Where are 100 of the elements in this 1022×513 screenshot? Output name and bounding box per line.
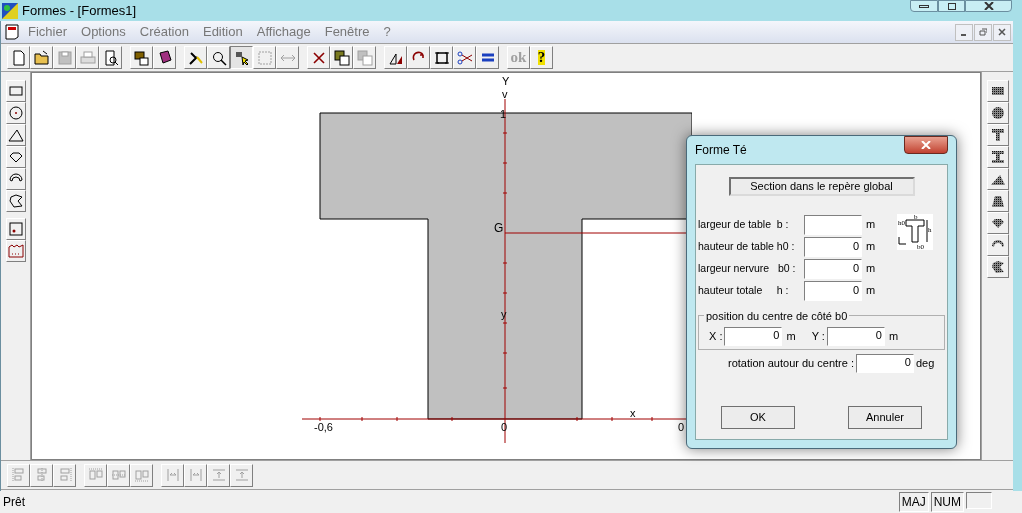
section-tool-button[interactable] bbox=[986, 80, 1009, 102]
section-tool-button[interactable] bbox=[986, 168, 1009, 190]
axis-tick-label: 1 bbox=[500, 109, 507, 120]
window-title: Formes - [Formes1] bbox=[22, 1, 137, 20]
menu-item[interactable]: Edition bbox=[195, 22, 250, 42]
shape-tool-button[interactable] bbox=[5, 190, 26, 212]
pointer-icon bbox=[233, 49, 250, 66]
space-vertical-icon bbox=[233, 467, 250, 483]
triangle-icon bbox=[7, 127, 24, 143]
space-vertical-icon bbox=[210, 467, 227, 483]
close-button[interactable] bbox=[993, 23, 1011, 41]
axis-label: v bbox=[502, 89, 508, 100]
toolbar-button[interactable]: ? bbox=[530, 46, 553, 69]
maximize-button[interactable] bbox=[938, 0, 965, 12]
unit-label: m bbox=[866, 217, 876, 233]
point-icon bbox=[7, 221, 24, 237]
align-middle-icon bbox=[110, 467, 127, 483]
export-icon bbox=[133, 49, 150, 66]
input-field[interactable]: 0 bbox=[804, 236, 862, 257]
field-label: hauteur totale h : bbox=[698, 282, 790, 298]
field-label: X : bbox=[709, 329, 723, 345]
polygon-icon bbox=[989, 259, 1006, 275]
section-tool-button[interactable] bbox=[986, 212, 1009, 234]
app-icon bbox=[2, 2, 18, 19]
menu-item[interactable]: Options bbox=[74, 22, 133, 42]
cancel-button[interactable]: Annuler bbox=[848, 406, 922, 429]
status-message: Prêt bbox=[3, 494, 25, 511]
minimize-button[interactable] bbox=[910, 0, 938, 12]
menu-item[interactable]: Fichier bbox=[21, 22, 74, 42]
trapezoid-icon bbox=[989, 193, 1006, 209]
restore-icon bbox=[979, 28, 987, 36]
space-horizontal-icon bbox=[187, 467, 204, 483]
align-top-icon bbox=[87, 467, 104, 483]
minimize-button[interactable] bbox=[955, 23, 973, 41]
multi-point-icon bbox=[7, 243, 24, 259]
section-tool-button[interactable] bbox=[986, 124, 1009, 146]
frame-icon bbox=[433, 49, 450, 66]
rectangle-icon bbox=[7, 83, 24, 99]
folder-icon bbox=[33, 49, 50, 66]
input-field[interactable] bbox=[804, 214, 862, 235]
align-left-icon bbox=[10, 467, 27, 483]
shape-tool-button[interactable] bbox=[5, 168, 26, 190]
print-preview-icon bbox=[102, 49, 119, 66]
selection-icon bbox=[256, 49, 273, 66]
field-label: rotation autour du centre : bbox=[728, 356, 854, 372]
section-header: Section dans le repère global bbox=[728, 177, 915, 196]
section-tool-button[interactable] bbox=[986, 102, 1009, 124]
circle-icon bbox=[7, 105, 24, 121]
field-label: largeur de table b : bbox=[698, 216, 790, 232]
document-icon bbox=[5, 24, 21, 40]
unit-label: m bbox=[786, 329, 796, 345]
ok-button[interactable]: OK bbox=[721, 406, 795, 429]
menu-item[interactable]: Création bbox=[132, 22, 196, 42]
input-field[interactable]: 0 bbox=[804, 258, 862, 279]
menu-item[interactable]: Affichage bbox=[249, 22, 318, 42]
new-document-icon bbox=[10, 49, 27, 66]
polygon-icon bbox=[7, 193, 24, 209]
axis-label: x bbox=[630, 408, 636, 419]
menu-item[interactable]: Fenêtre bbox=[317, 22, 377, 42]
input-field[interactable]: 0 bbox=[804, 280, 862, 301]
section-tool-button[interactable] bbox=[986, 256, 1009, 278]
magnifier-icon bbox=[210, 49, 227, 66]
scissors-icon bbox=[456, 49, 473, 66]
axis-label: Y bbox=[502, 76, 510, 87]
close-icon bbox=[983, 2, 994, 10]
axis-tick-label: 0 bbox=[678, 422, 685, 433]
i-beam-icon bbox=[989, 149, 1006, 165]
section-tool-button[interactable] bbox=[986, 190, 1009, 212]
close-button[interactable] bbox=[965, 0, 1012, 12]
printer-icon bbox=[79, 49, 96, 66]
overlap-icon bbox=[356, 49, 373, 66]
unit-label: deg bbox=[915, 356, 935, 372]
dialog-title: Forme Té bbox=[695, 142, 747, 159]
unit-label: m bbox=[866, 239, 876, 255]
book-icon bbox=[156, 49, 173, 66]
input-field[interactable]: 0 bbox=[724, 327, 783, 346]
toolbar-button[interactable] bbox=[230, 46, 253, 69]
close-button[interactable] bbox=[904, 136, 948, 154]
axis-tick-label: 0 bbox=[501, 422, 508, 433]
field-label: Y : bbox=[811, 329, 825, 345]
circle-icon bbox=[989, 105, 1006, 121]
unit-label: m bbox=[866, 283, 876, 299]
shape-tool-button[interactable] bbox=[5, 146, 26, 168]
input-field[interactable]: 0 bbox=[826, 327, 885, 346]
status-indicator: NUM bbox=[930, 492, 964, 512]
close-icon bbox=[998, 28, 1006, 36]
overlap-icon bbox=[333, 49, 350, 66]
unit-label: m bbox=[866, 261, 876, 277]
axis-tick-label: -0,6 bbox=[314, 422, 333, 433]
cross-icon bbox=[310, 49, 327, 66]
shape-tool-button[interactable] bbox=[5, 240, 26, 262]
t-beam-icon bbox=[989, 127, 1006, 143]
field-label: hauteur de table h0 : bbox=[698, 238, 796, 254]
shape-tool-button[interactable] bbox=[5, 102, 26, 124]
menu-item[interactable]: ? bbox=[376, 22, 398, 42]
input-field[interactable]: 0 bbox=[855, 354, 914, 373]
space-horizontal-icon bbox=[164, 467, 181, 483]
shape-tool-button[interactable] bbox=[5, 124, 26, 146]
section-tool-button[interactable] bbox=[986, 146, 1009, 168]
axis-label: y bbox=[501, 309, 507, 320]
